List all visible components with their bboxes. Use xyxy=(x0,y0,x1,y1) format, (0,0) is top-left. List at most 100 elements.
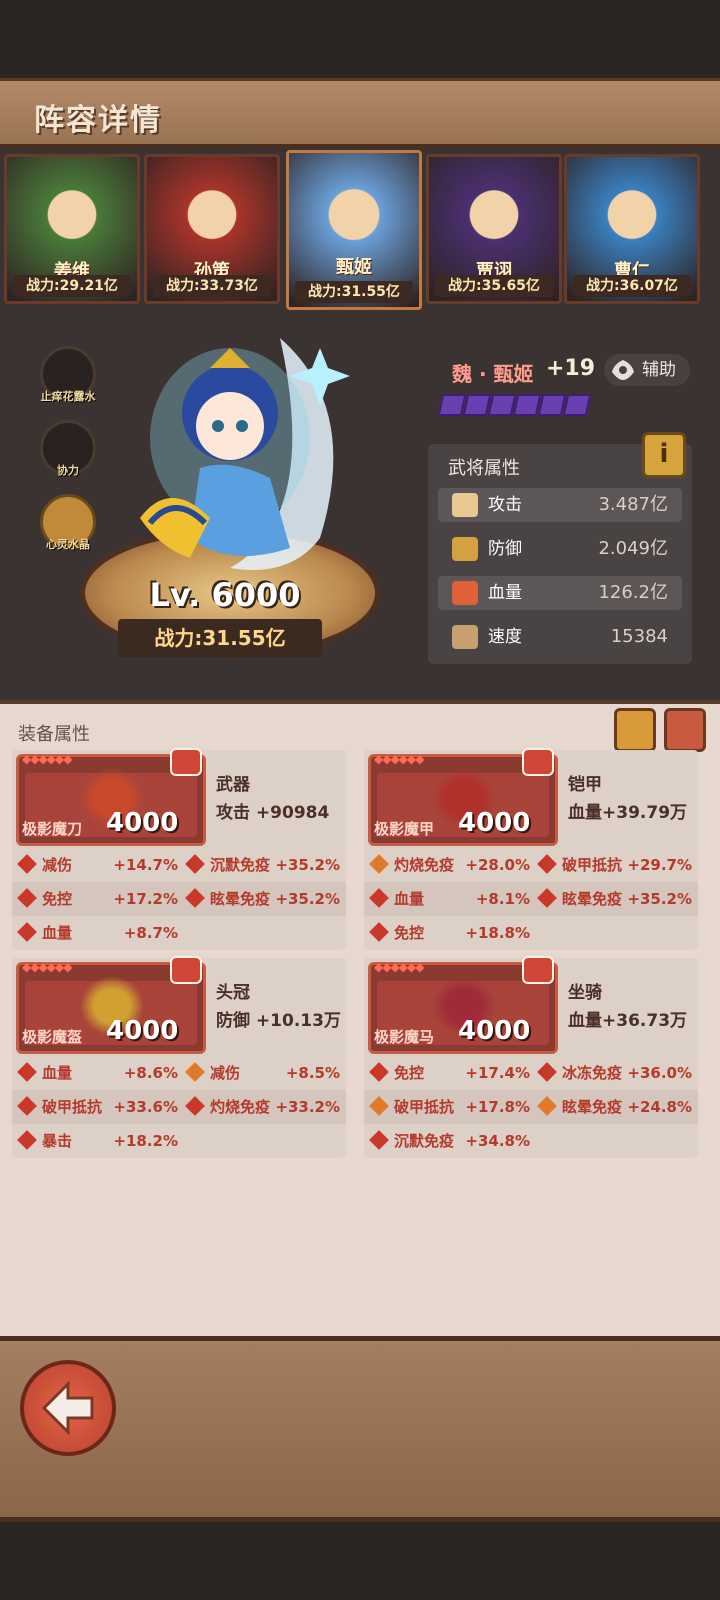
attribute-value: 126.2亿 xyxy=(598,582,668,603)
sub-stat-value: +8.5% xyxy=(285,1064,340,1082)
diamond-icon xyxy=(537,888,557,908)
equipment-tag-icon xyxy=(170,956,202,984)
role-badge: 辅助 xyxy=(604,354,690,386)
sub-stat-name: 血量 xyxy=(42,1064,73,1082)
equipment-main-stat: 防御 +10.13万 xyxy=(216,1011,341,1031)
equipment-slot: 铠甲 xyxy=(568,775,602,795)
sub-stat-name: 破甲抵抗 xyxy=(394,1098,455,1116)
diamond-icon xyxy=(369,854,389,874)
sub-stat-name: 沉默免疫 xyxy=(394,1132,455,1150)
hero-character-art[interactable] xyxy=(120,318,380,618)
diamond-icon xyxy=(537,854,557,874)
equipment-tag-icon xyxy=(522,956,554,984)
hero-portrait-power: 战力:33.73亿 xyxy=(153,275,271,297)
hero-portrait-power: 战力:36.07亿 xyxy=(573,275,691,297)
sub-stat-name: 眩晕免疫 xyxy=(210,890,271,908)
diamond-icon xyxy=(185,888,205,908)
equipment-sub-row: 血量 +8.7% xyxy=(12,916,346,950)
sub-stat-name: 暴击 xyxy=(42,1132,73,1150)
back-arrow-icon xyxy=(41,1380,94,1436)
diamond-icon xyxy=(17,922,37,942)
equipment-level: 4000 xyxy=(106,808,179,838)
sub-stat-value: +8.7% xyxy=(123,924,178,942)
sub-stat-value: +8.6% xyxy=(123,1064,178,1082)
role-label: 辅助 xyxy=(642,360,676,380)
equipment-sub-row: 免控 +17.2% 眩晕免疫 +35.2% xyxy=(12,882,346,916)
hero-name: 魏 · 甄姬 xyxy=(452,362,534,386)
side-item-cooperation[interactable]: 协力 xyxy=(38,420,98,478)
attribute-row: 防御 2.049亿 xyxy=(438,532,682,566)
hero-portrait-power: 战力:35.65亿 xyxy=(435,275,553,297)
equipment-sub-stat: 眩晕免疫 +35.2% xyxy=(185,882,340,916)
hero-portrait-name: 甄姬 xyxy=(336,257,372,278)
equipment-card[interactable]: ◆◆◆◆◆◆ 极影魔马 4000 坐骑 血量+36.73万 免控 +17.4% 冰冻免疫 +36… xyxy=(364,956,698,1158)
star-icon xyxy=(487,394,517,416)
sub-stat-name: 冰冻免疫 xyxy=(562,1064,623,1082)
star-icon xyxy=(512,394,542,416)
sub-stat-value: +33.6% xyxy=(113,1098,178,1116)
sub-stat-name: 沉默免疫 xyxy=(210,856,271,874)
diamond-icon xyxy=(17,888,37,908)
mask-icon[interactable] xyxy=(614,708,656,752)
equipment-sub-stat: 暴击 +18.2% xyxy=(17,1124,178,1158)
sub-stat-value: +36.0% xyxy=(627,1064,692,1082)
support-role-icon xyxy=(612,360,634,380)
attribute-panel-title: 武将属性 xyxy=(448,458,520,479)
side-item-perfume[interactable]: 止痒花露水 xyxy=(38,346,98,404)
sub-stat-name: 减伤 xyxy=(210,1064,241,1082)
rank-diamonds-icon: ◆◆◆◆◆◆ xyxy=(374,960,424,974)
sub-stat-value: +24.8% xyxy=(627,1098,692,1116)
equipment-sub-row: 灼烧免疫 +28.0% 破甲抵抗 +29.7% xyxy=(364,848,698,882)
sub-stat-value: +8.1% xyxy=(475,890,530,908)
hero-portrait[interactable]: 甄姬 战力:31.55亿 xyxy=(286,150,422,310)
equipment-level: 4000 xyxy=(106,1016,179,1046)
equipment-tag-icon xyxy=(170,748,202,776)
equipment-sub-row: 免控 +17.4% 冰冻免疫 +36.0% xyxy=(364,1056,698,1090)
equipment-sub-row: 沉默免疫 +34.8% xyxy=(364,1124,698,1158)
equipment-main-stat: 攻击 +90984 xyxy=(216,803,330,823)
shield-icon xyxy=(452,537,478,561)
star-icon xyxy=(437,394,467,416)
attribute-value: 2.049亿 xyxy=(598,538,668,559)
diamond-icon xyxy=(185,1062,205,1082)
diamond-icon xyxy=(185,854,205,874)
attribute-row: 血量 126.2亿 xyxy=(438,576,682,610)
sub-stat-value: +14.7% xyxy=(113,856,178,874)
equipment-sub-stat: 灼烧免疫 +28.0% xyxy=(369,848,530,882)
equipment-sub-stat: 免控 +17.4% xyxy=(369,1056,530,1090)
equipment-set-name: 极影魔盔 xyxy=(22,1028,83,1046)
rank-diamonds-icon: ◆◆◆◆◆◆ xyxy=(374,752,424,766)
equipment-sub-stat: 冰冻免疫 +36.0% xyxy=(537,1056,692,1090)
equipment-sub-stat: 破甲抵抗 +17.8% xyxy=(369,1090,530,1124)
side-item-label: 心灵水晶 xyxy=(46,538,90,551)
equipment-card[interactable]: ◆◆◆◆◆◆ 极影魔刀 4000 武器 攻击 +90984 减伤 +14.7% 沉默免疫 +35… xyxy=(12,748,346,950)
rank-diamonds-icon: ◆◆◆◆◆◆ xyxy=(22,960,72,974)
sub-stat-name: 减伤 xyxy=(42,856,73,874)
side-item-label: 止痒花露水 xyxy=(40,390,96,403)
sub-stat-value: +17.4% xyxy=(465,1064,530,1082)
side-item-crystal[interactable]: 心灵水晶 xyxy=(38,494,98,552)
sub-stat-value: +29.7% xyxy=(627,856,692,874)
hero-portrait[interactable]: 孙策 战力:33.73亿 xyxy=(144,154,280,304)
hero-portrait[interactable]: 曹仁 战力:36.07亿 xyxy=(564,154,700,304)
sub-stat-value: +18.2% xyxy=(113,1132,178,1150)
back-button[interactable] xyxy=(20,1360,116,1456)
sub-stat-name: 灼烧免疫 xyxy=(210,1098,271,1116)
eye-icon[interactable] xyxy=(664,708,706,752)
sub-stat-name: 血量 xyxy=(394,890,425,908)
diamond-icon xyxy=(185,1096,205,1116)
equipment-sub-row: 免控 +18.8% xyxy=(364,916,698,950)
info-button[interactable]: i xyxy=(642,432,686,478)
hero-portrait[interactable]: 姜维 战力:29.21亿 xyxy=(4,154,140,304)
equipment-card[interactable]: ◆◆◆◆◆◆ 极影魔甲 4000 铠甲 血量+39.79万 灼烧免疫 +28.0% 破甲抵抗 +… xyxy=(364,748,698,950)
equipment-sub-stat: 血量 +8.6% xyxy=(17,1056,178,1090)
equipment-card[interactable]: ◆◆◆◆◆◆ 极影魔盔 4000 头冠防御 +10.13万血量 +8.6% 减伤 +8.5%… xyxy=(12,956,346,1158)
equipment-sub-row: 暴击 +18.2% xyxy=(12,1124,346,1158)
hero-portrait-power: 战力:29.21亿 xyxy=(13,275,131,297)
hero-portrait[interactable]: 贾诩 战力:35.65亿 xyxy=(426,154,562,304)
diamond-icon xyxy=(537,1096,557,1116)
equipment-sub-row: 减伤 +14.7% 沉默免疫 +35.2% xyxy=(12,848,346,882)
equipment-tag-icon xyxy=(522,748,554,776)
equipment-main-stat: 血量+39.79万 xyxy=(568,803,688,823)
equipment-slot: 头冠 xyxy=(216,983,250,1003)
